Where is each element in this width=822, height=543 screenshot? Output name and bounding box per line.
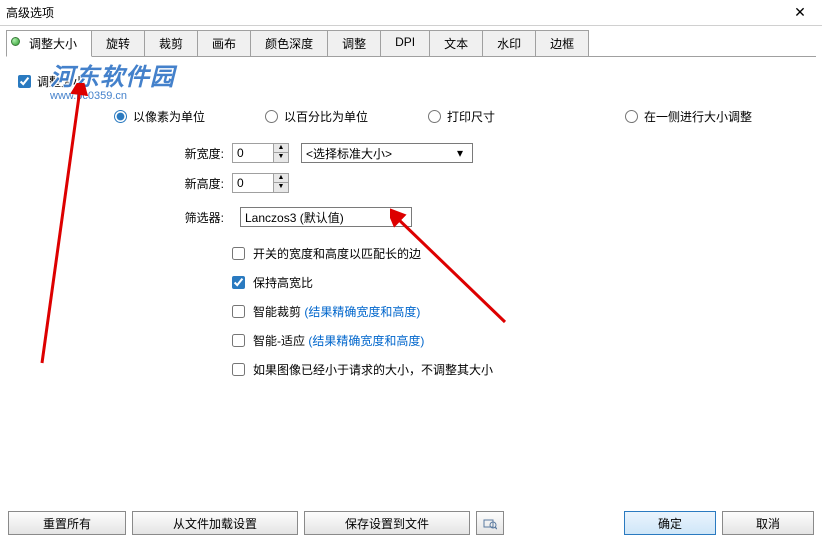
chevron-down-icon: ▾ <box>452 146 468 160</box>
height-label: 新高度: <box>168 175 224 192</box>
opt-smart-crop: 智能裁剪 (结果精确宽度和高度) <box>232 303 804 320</box>
tab-bar: 调整大小 旋转 裁剪 画布 颜色深度 调整 DPI 文本 水印 边框 <box>6 30 816 57</box>
opt-skip-smaller: 如果图像已经小于请求的大小，不调整其大小 <box>232 361 804 378</box>
tab-watermark[interactable]: 水印 <box>482 30 536 56</box>
unit-pixel-radio[interactable] <box>114 110 127 123</box>
window-title: 高级选项 <box>6 4 784 21</box>
footer: 重置所有 从文件加载设置 保存设置到文件 确定 取消 <box>8 511 814 535</box>
save-settings-button[interactable]: 保存设置到文件 <box>304 511 470 535</box>
resize-enable-checkbox[interactable] <box>18 75 31 88</box>
opt-keep-ratio: 保持高宽比 <box>232 274 804 291</box>
tab-rotate[interactable]: 旋转 <box>91 30 145 56</box>
width-spin-up[interactable]: ▲ <box>274 144 288 153</box>
chevron-down-icon: ▾ <box>391 210 407 224</box>
resize-enable-label: 调整大小 <box>37 73 85 90</box>
close-button[interactable]: ✕ <box>784 3 816 23</box>
tab-dpi[interactable]: DPI <box>380 30 430 56</box>
tab-color-depth[interactable]: 颜色深度 <box>250 30 328 56</box>
options-list: 开关的宽度和高度以匹配长的边 保持高宽比 智能裁剪 (结果精确宽度和高度) 智能… <box>232 245 804 378</box>
tab-canvas[interactable]: 画布 <box>197 30 251 56</box>
titlebar: 高级选项 ✕ <box>0 0 822 26</box>
width-spin-down[interactable]: ▼ <box>274 153 288 162</box>
cancel-button[interactable]: 取消 <box>722 511 814 535</box>
unit-percent[interactable]: 以百分比为单位 <box>265 108 368 125</box>
standard-size-dropdown[interactable]: <选择标准大小> ▾ <box>301 143 473 163</box>
height-spin-down[interactable]: ▼ <box>274 183 288 192</box>
load-settings-button[interactable]: 从文件加载设置 <box>132 511 298 535</box>
width-spinner: ▲ ▼ <box>232 143 289 163</box>
unit-oneside[interactable]: 在一侧进行大小调整 <box>625 108 752 125</box>
opt-skip-smaller-checkbox[interactable] <box>232 363 245 376</box>
unit-percent-radio[interactable] <box>265 110 278 123</box>
height-input[interactable] <box>232 173 274 193</box>
filter-label: 筛选器: <box>168 209 224 226</box>
opt-swap-checkbox[interactable] <box>232 247 245 260</box>
watermark-text-url: www.pc0359.cn <box>50 90 175 102</box>
content-panel: 河东软件园 www.pc0359.cn 调整大小 以像素为单位 以百分比为单位 … <box>0 57 822 378</box>
ok-button[interactable]: 确定 <box>624 511 716 535</box>
opt-smart-crop-checkbox[interactable] <box>232 305 245 318</box>
browse-button[interactable] <box>476 511 504 535</box>
tab-border[interactable]: 边框 <box>535 30 589 56</box>
reset-all-button[interactable]: 重置所有 <box>8 511 126 535</box>
tab-adjust[interactable]: 调整 <box>327 30 381 56</box>
filter-dropdown[interactable]: Lanczos3 (默认值) ▾ <box>240 207 412 227</box>
folder-search-icon <box>483 516 497 530</box>
unit-radio-row: 以像素为单位 以百分比为单位 打印尺寸 在一侧进行大小调整 <box>114 108 804 125</box>
width-label: 新宽度: <box>168 145 224 162</box>
annotation-arrow-left <box>14 83 104 373</box>
unit-print-radio[interactable] <box>428 110 441 123</box>
unit-print[interactable]: 打印尺寸 <box>428 108 495 125</box>
tab-resize[interactable]: 调整大小 <box>6 30 92 57</box>
height-spin-up[interactable]: ▲ <box>274 174 288 183</box>
height-spinner: ▲ ▼ <box>232 173 289 193</box>
opt-keep-ratio-checkbox[interactable] <box>232 276 245 289</box>
opt-smart-fit: 智能-适应 (结果精确宽度和高度) <box>232 332 804 349</box>
height-row: 新高度: ▲ ▼ <box>168 173 804 193</box>
unit-oneside-radio[interactable] <box>625 110 638 123</box>
tab-text[interactable]: 文本 <box>429 30 483 56</box>
width-row: 新宽度: ▲ ▼ <选择标准大小> ▾ <box>168 143 804 163</box>
unit-pixel[interactable]: 以像素为单位 <box>114 108 205 125</box>
tab-crop[interactable]: 裁剪 <box>144 30 198 56</box>
opt-smart-fit-checkbox[interactable] <box>232 334 245 347</box>
opt-swap: 开关的宽度和高度以匹配长的边 <box>232 245 804 262</box>
filter-row: 筛选器: Lanczos3 (默认值) ▾ <box>168 207 804 227</box>
width-input[interactable] <box>232 143 274 163</box>
resize-enable-row: 调整大小 <box>18 73 804 90</box>
